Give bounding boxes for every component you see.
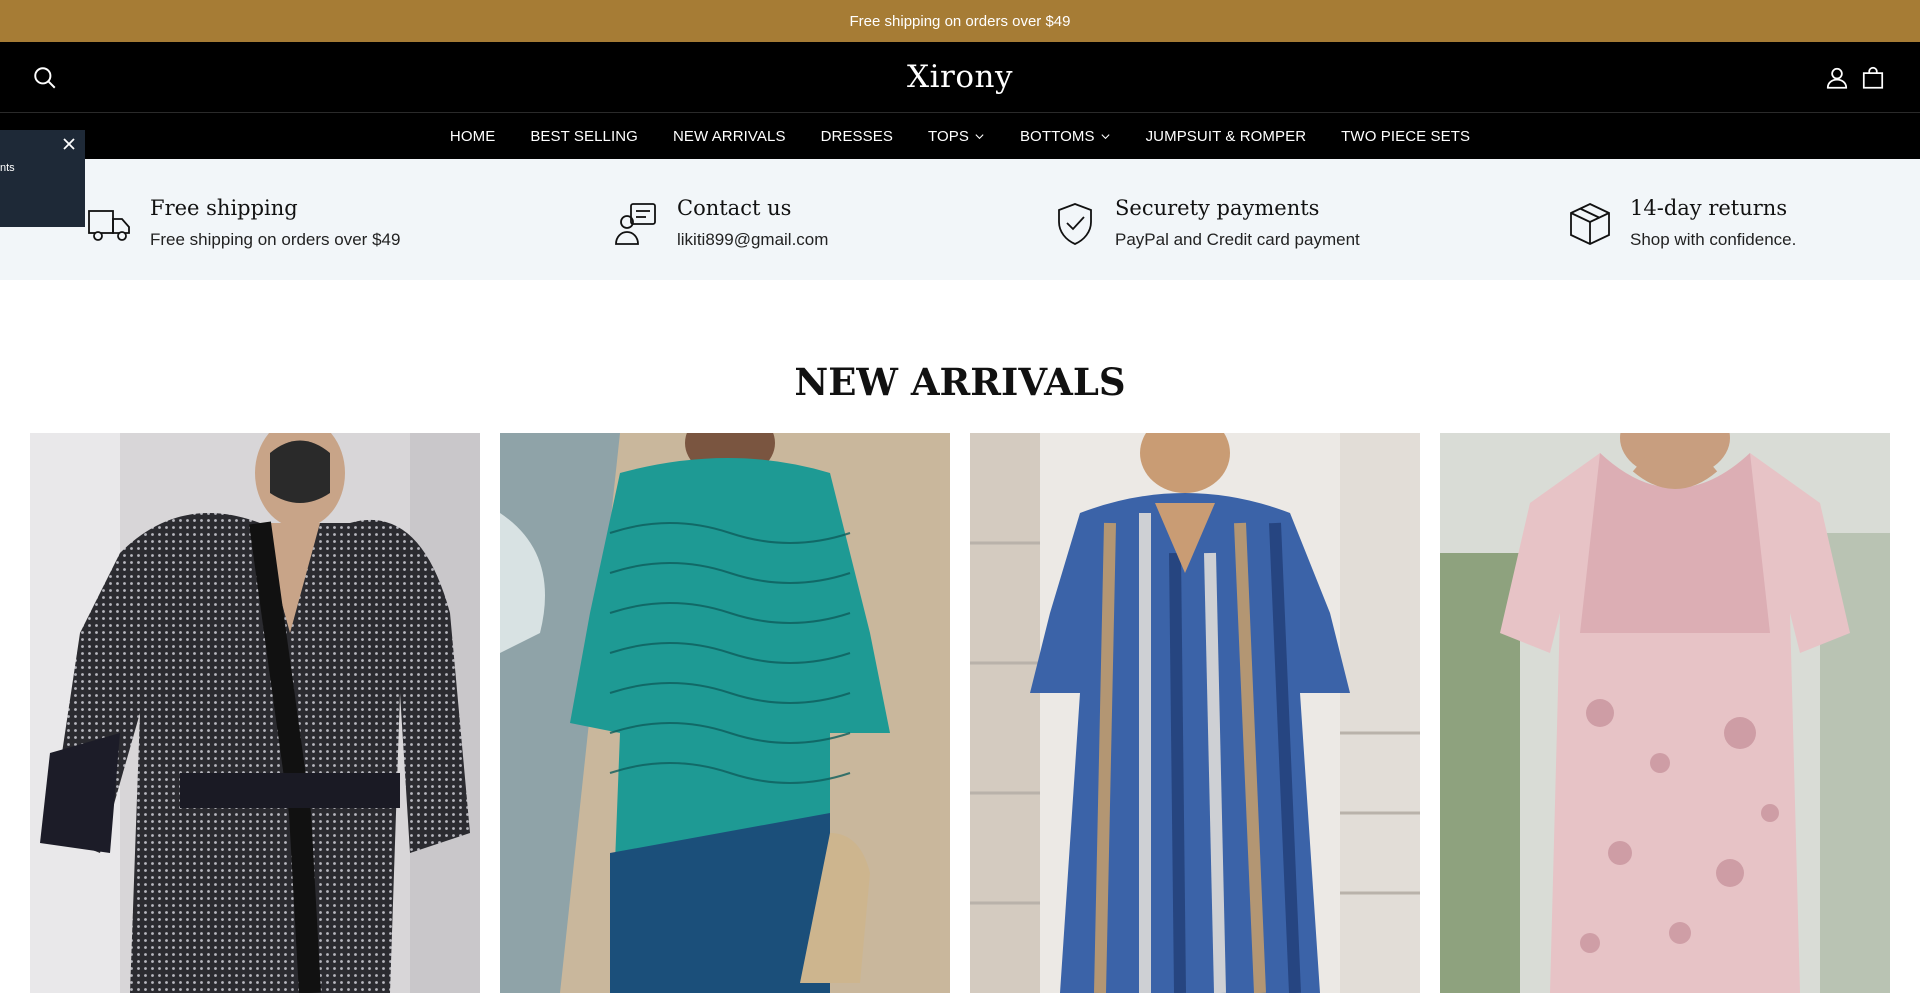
product-card[interactable] <box>500 433 950 993</box>
feature-title: Free shipping <box>150 196 298 220</box>
truck-icon <box>88 210 130 241</box>
feature-subtitle: Shop with confidence. <box>1630 230 1797 249</box>
nav-bottoms[interactable]: BOTTOMS <box>1020 128 1111 145</box>
account-icon[interactable] <box>1824 65 1850 91</box>
feature-subtitle: Free shipping on orders over $49 <box>150 230 401 249</box>
features-bar: Free shipping Free shipping on orders ov… <box>0 159 1920 280</box>
side-popup[interactable]: nts <box>0 130 85 227</box>
new-arrivals-title: NEW ARRIVALS <box>794 360 1126 404</box>
nav-label: DRESSES <box>820 127 893 145</box>
nav-best-selling[interactable]: BEST SELLING <box>530 128 638 145</box>
nav-jumpsuit-romper[interactable]: JUMPSUIT & ROMPER <box>1146 128 1307 145</box>
nav-label: BEST SELLING <box>530 127 638 145</box>
nav-two-piece-sets[interactable]: TWO PIECE SETS <box>1341 128 1470 145</box>
site-header: Xirony <box>0 42 1920 113</box>
product-card[interactable] <box>970 433 1420 993</box>
nav-label: TWO PIECE SETS <box>1341 127 1471 145</box>
product-grid <box>30 433 1890 993</box>
feature-secure-payments: Securety payments PayPal and Credit card… <box>1051 196 1360 250</box>
feature-free-shipping: Free shipping Free shipping on orders ov… <box>86 196 400 250</box>
product-image[interactable] <box>30 433 480 993</box>
shield-check-icon <box>1058 203 1092 245</box>
nav-label: HOME <box>449 127 496 145</box>
popup-text: nts <box>0 162 15 174</box>
feature-title: 14-day returns <box>1630 196 1788 220</box>
feature-returns: 14-day returns Shop with confidence. <box>1566 196 1796 250</box>
main-nav: HOME BEST SELLING NEW ARRIVALS DRESSES T… <box>0 113 1920 159</box>
feature-subtitle: PayPal and Credit card payment <box>1115 230 1360 249</box>
nav-label: NEW ARRIVALS <box>672 127 786 145</box>
close-icon[interactable] <box>59 134 79 154</box>
feature-contact-us: Contact us likiti899@gmail.com <box>613 196 828 250</box>
box-icon <box>1570 203 1610 245</box>
product-image[interactable] <box>500 433 950 993</box>
chevron-down-icon <box>1101 133 1110 139</box>
support-icon <box>615 203 656 245</box>
announcement-text: Free shipping on orders over $49 <box>849 12 1071 30</box>
cart-icon[interactable] <box>1860 65 1886 91</box>
chevron-down-icon <box>975 133 984 139</box>
nav-label: TOPS <box>927 127 969 145</box>
nav-home[interactable]: HOME <box>450 128 495 145</box>
site-logo[interactable]: Xirony <box>907 59 1013 95</box>
product-card[interactable] <box>1440 433 1890 993</box>
announcement-bar: Free shipping on orders over $49 <box>0 0 1920 42</box>
nav-dresses[interactable]: DRESSES <box>821 128 893 145</box>
nav-label: BOTTOMS <box>1019 127 1095 145</box>
feature-title: Securety payments <box>1115 196 1320 220</box>
nav-new-arrivals[interactable]: NEW ARRIVALS <box>673 128 786 145</box>
feature-title: Contact us <box>677 196 792 220</box>
feature-subtitle: likiti899@gmail.com <box>677 230 829 249</box>
search-icon[interactable] <box>32 65 58 91</box>
product-image[interactable] <box>970 433 1420 993</box>
nav-tops[interactable]: TOPS <box>928 128 985 145</box>
nav-label: JUMPSUIT & ROMPER <box>1145 127 1307 145</box>
product-image[interactable] <box>1440 433 1890 993</box>
product-card[interactable] <box>30 433 480 993</box>
